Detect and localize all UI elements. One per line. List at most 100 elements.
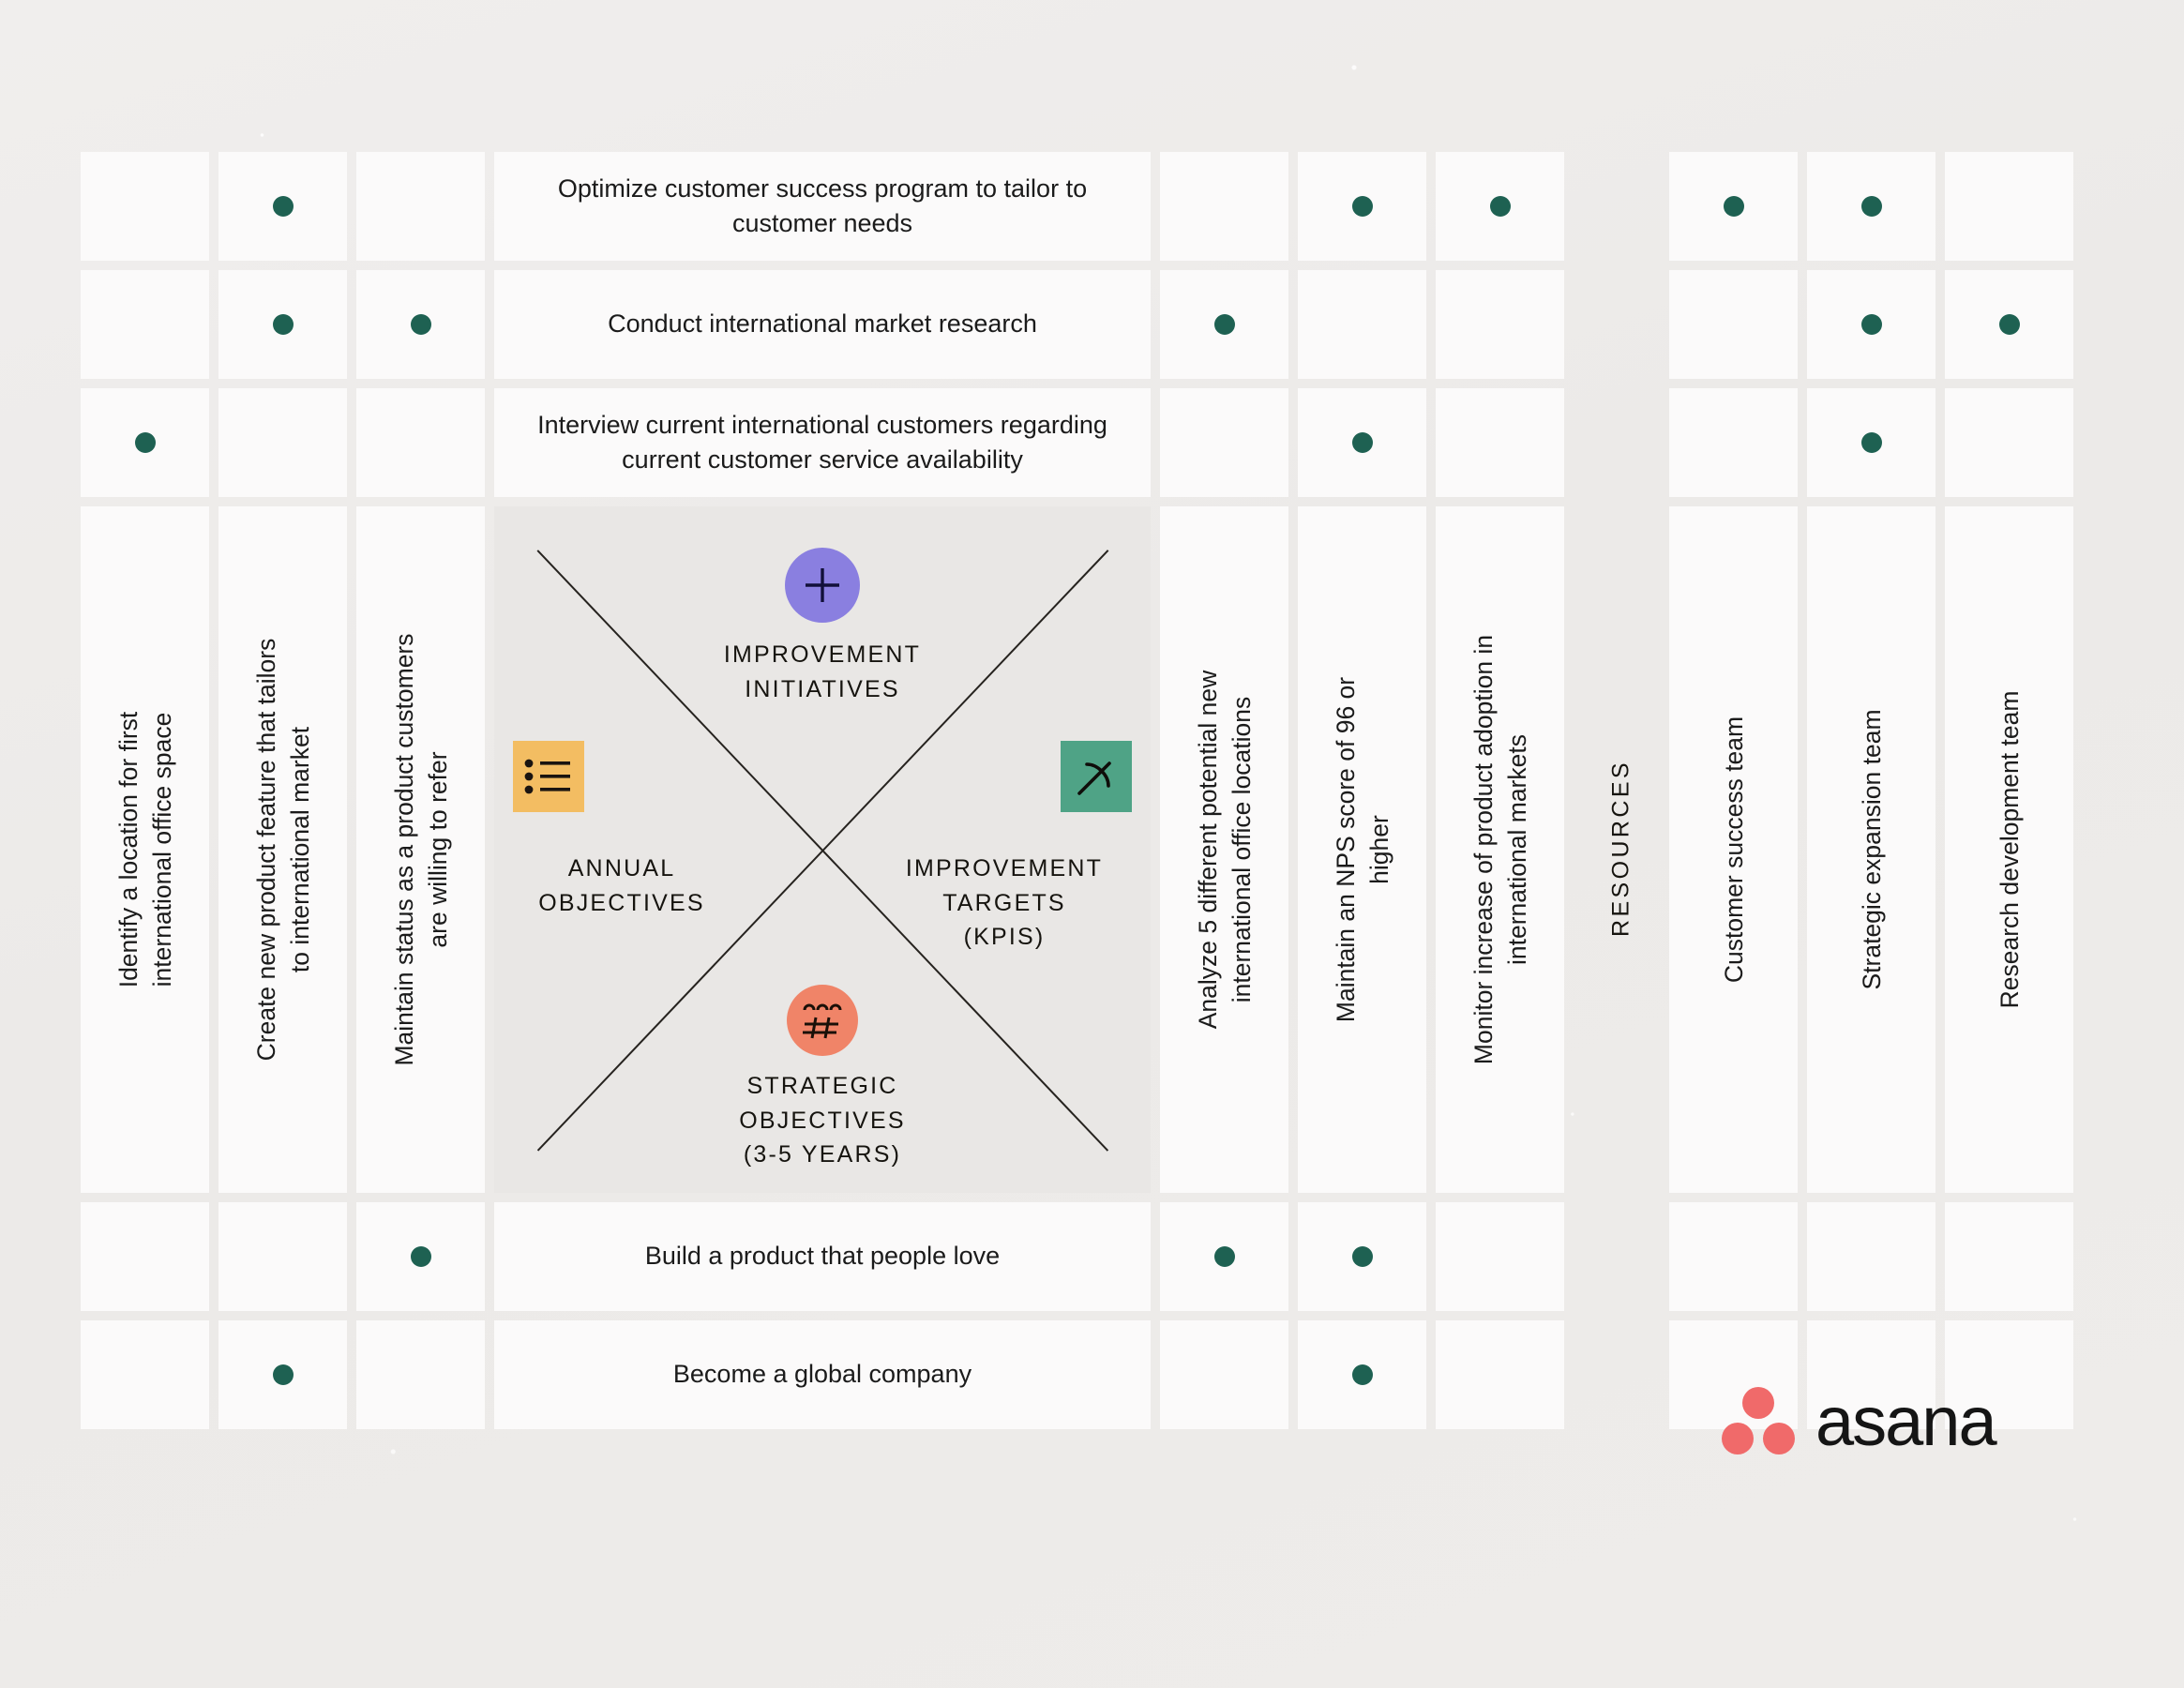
- improvement-target-label: Maintain an NPS score of 96 or higher: [1331, 676, 1393, 1023]
- hashtag-grid-icon: [803, 1003, 842, 1039]
- matrix-cell: [1945, 1202, 2073, 1311]
- matrix-cell: [1945, 388, 2073, 497]
- correlation-dot: [1213, 1246, 1235, 1267]
- matrix-cell: [1298, 270, 1426, 379]
- arrow-up-right-icon: [1077, 761, 1111, 795]
- correlation-dot: [1860, 432, 1882, 453]
- matrix-cell: [81, 388, 209, 497]
- matrix-cell: [218, 1202, 347, 1311]
- resources-title: RESOURCES: [1607, 760, 1634, 937]
- improvement-initiatives-icon-badge: [785, 548, 860, 623]
- x-matrix-center-panel: IMPROVEMENT INITIATIVES ANNUAL OBJECTIVES IM…: [494, 506, 1151, 1193]
- strategic-objective-label: Become a global company: [672, 1360, 972, 1389]
- correlation-dot: [1998, 314, 2020, 335]
- matrix-cell: [218, 388, 347, 497]
- resource-team-label: Customer success team: [1719, 716, 1748, 984]
- improvement-targets-title: IMPROVEMENT TARGETS (KPIS): [877, 852, 1132, 955]
- improvement-initiatives-title: IMPROVEMENT INITIATIVES: [625, 638, 1019, 706]
- matrix-cell: [1298, 388, 1426, 497]
- matrix-cell: [1669, 270, 1798, 379]
- correlation-dot: [1351, 1246, 1373, 1267]
- strategic-objectives-title-line2: OBJECTIVES: [739, 1107, 906, 1134]
- asana-logo: asana: [1722, 1369, 2041, 1474]
- correlation-dot: [272, 1364, 294, 1385]
- matrix-cell: [1807, 388, 1935, 497]
- asana-dot-bottom-left: [1722, 1423, 1754, 1454]
- resource-team-label: Strategic expansion team: [1857, 709, 1886, 990]
- annual-objectives-icon-badge: [513, 741, 584, 812]
- improvement-targets-title-line2: TARGETS: [942, 889, 1066, 916]
- correlation-dot: [272, 314, 294, 335]
- improvement-initiative-label: Conduct international market research: [608, 309, 1037, 339]
- correlation-dot: [1860, 314, 1882, 335]
- strategic-objective-label: Build a product that people love: [644, 1242, 1001, 1271]
- matrix-cell: [356, 388, 485, 497]
- correlation-dot: [410, 1246, 431, 1267]
- matrix-cell: [81, 1202, 209, 1311]
- matrix-cell: [218, 1320, 347, 1429]
- annual-objectives-title-line2: OBJECTIVES: [538, 889, 705, 916]
- plus-icon: [806, 568, 839, 602]
- matrix-cell: [1436, 270, 1564, 379]
- resource-team-label: Research development team: [1995, 690, 2024, 1009]
- matrix-cell: [218, 270, 347, 379]
- asana-dot-bottom-right: [1763, 1423, 1795, 1454]
- improvement-target-cell: Maintain an NPS score of 96 or higher: [1298, 506, 1426, 1193]
- correlation-dot: [1213, 314, 1235, 335]
- matrix-cell: [81, 270, 209, 379]
- resource-team-cell: Customer success team: [1669, 506, 1798, 1193]
- matrix-cell: [1669, 388, 1798, 497]
- strategic-objective-row: Become a global company: [494, 1320, 1151, 1429]
- matrix-cell: [1807, 270, 1935, 379]
- annual-objective-label: Identify a location for first internatio…: [113, 711, 176, 988]
- asana-logo-marks: [1722, 1387, 1795, 1456]
- correlation-dot: [1351, 1364, 1373, 1385]
- strategic-objectives-title-line1: STRATEGIC: [746, 1073, 898, 1099]
- annual-objectives-title: ANNUAL OBJECTIVES: [494, 852, 749, 920]
- improvement-targets-title-line1: IMPROVEMENT: [905, 855, 1104, 882]
- matrix-cell: [1160, 1202, 1288, 1311]
- correlation-dot: [1723, 196, 1744, 217]
- improvement-target-cell: Monitor increase of product adoption in …: [1436, 506, 1564, 1193]
- matrix-cell: [1436, 1320, 1564, 1429]
- matrix-cell: [1160, 1320, 1288, 1429]
- improvement-target-cell: Analyze 5 different potential new intern…: [1160, 506, 1288, 1193]
- improvement-initiative-row: Conduct international market research: [494, 270, 1151, 379]
- matrix-cell: [1945, 152, 2073, 261]
- x-matrix-board: Optimize customer success program to tai…: [81, 152, 2107, 1508]
- matrix-cell: [81, 1320, 209, 1429]
- annual-objective-label: Create new product feature that tailors …: [251, 638, 314, 1062]
- matrix-cell: [1807, 1202, 1935, 1311]
- matrix-cell: [1807, 152, 1935, 261]
- matrix-cell: [1298, 152, 1426, 261]
- improvement-target-label: Analyze 5 different potential new intern…: [1193, 670, 1256, 1030]
- annual-objective-cell: Identify a location for first internatio…: [81, 506, 209, 1193]
- correlation-dot: [410, 314, 431, 335]
- annual-objective-cell: Maintain status as a product customers a…: [356, 506, 485, 1193]
- asana-dot-top: [1742, 1387, 1774, 1419]
- correlation-dot: [1489, 196, 1511, 217]
- strategic-objectives-title: STRATEGIC OBJECTIVES (3-5 YEARS): [625, 1069, 1019, 1172]
- matrix-cell: [356, 270, 485, 379]
- correlation-dot: [1351, 432, 1373, 453]
- annual-objective-cell: Create new product feature that tailors …: [218, 506, 347, 1193]
- matrix-cell: [1436, 1202, 1564, 1311]
- matrix-cell: [1160, 152, 1288, 261]
- improvement-initiative-label: Optimize customer success program to tai…: [557, 173, 1088, 237]
- matrix-cell: [1436, 388, 1564, 497]
- matrix-cell: [1669, 1202, 1798, 1311]
- improvement-initiatives-title-line1: IMPROVEMENT: [723, 641, 922, 668]
- improvement-targets-icon-badge: [1061, 741, 1132, 812]
- improvement-initiative-label: Interview current international customer…: [537, 410, 1107, 474]
- matrix-cell: [81, 152, 209, 261]
- matrix-cell: [356, 1320, 485, 1429]
- strategic-objectives-icon-badge: [787, 985, 858, 1056]
- annual-objective-label: Maintain status as a product customers a…: [389, 633, 452, 1066]
- matrix-cell: [1945, 270, 2073, 379]
- matrix-cell: [1298, 1202, 1426, 1311]
- correlation-dot: [134, 432, 156, 453]
- correlation-dot: [272, 196, 294, 217]
- correlation-dot: [1351, 196, 1373, 217]
- matrix-cell: [1298, 1320, 1426, 1429]
- correlation-dot: [1860, 196, 1882, 217]
